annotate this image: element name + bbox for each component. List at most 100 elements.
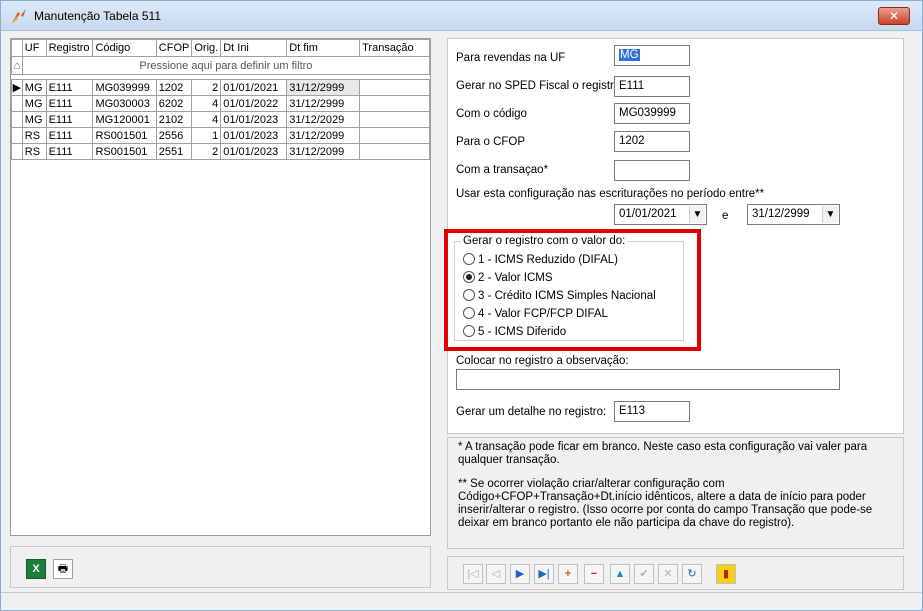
cell-codigo[interactable]: RS001501: [92, 127, 157, 144]
close-button[interactable]: ✕: [878, 7, 910, 25]
cell-codigo[interactable]: MG039999: [92, 79, 157, 96]
table-row[interactable]: RS E111 RS001501 2551 2 01/01/2023 31/12…: [11, 143, 430, 160]
cell-codigo[interactable]: MG120001: [92, 111, 157, 128]
cfop-field[interactable]: 1202: [614, 131, 690, 152]
first-record-button[interactable]: |◁: [463, 564, 483, 584]
title-bar: Manutenção Tabela 511 ✕: [1, 1, 922, 31]
cell-uf[interactable]: MG: [21, 95, 47, 112]
chevron-down-icon[interactable]: ▼: [689, 206, 705, 223]
cell-registro[interactable]: E111: [45, 111, 94, 128]
cell-codigo[interactable]: MG030003: [92, 95, 157, 112]
cell-cfop[interactable]: 2556: [155, 127, 193, 144]
prior-record-button[interactable]: ◁: [486, 564, 506, 584]
cell-uf[interactable]: MG: [21, 111, 47, 128]
detalhe-label: Gerar um detalhe no registro:: [456, 406, 607, 418]
grid-table: UF Registro Código CFOP Orig. Dt Ini Dt …: [11, 39, 431, 160]
column-header-cfop[interactable]: CFOP: [155, 39, 193, 57]
cell-dt-fim[interactable]: 31/12/2999: [286, 95, 361, 112]
filter-icon: ⌂: [11, 56, 23, 75]
cell-registro[interactable]: E111: [45, 127, 94, 144]
row-pointer-icon: ▶: [11, 79, 23, 96]
cell-transacao[interactable]: [359, 111, 430, 128]
cell-registro[interactable]: E111: [45, 79, 94, 96]
cell-transacao[interactable]: [359, 79, 430, 96]
column-header-dt-ini[interactable]: Dt Ini: [220, 39, 288, 57]
cell-dt-fim[interactable]: 31/12/2029: [286, 111, 361, 128]
codigo-label: Com o código: [456, 108, 527, 120]
cell-uf[interactable]: MG: [21, 79, 47, 96]
print-button[interactable]: 🖶: [53, 559, 73, 579]
uf-field[interactable]: MG: [614, 45, 690, 66]
data-fim-value: 31/12/2999: [752, 208, 810, 220]
observacao-label: Colocar no registro a observação:: [456, 355, 629, 367]
cell-orig[interactable]: 1: [191, 127, 222, 144]
last-record-button[interactable]: ▶|: [534, 564, 554, 584]
cell-cfop[interactable]: 2551: [155, 143, 193, 160]
column-header-transacao[interactable]: Transação: [359, 39, 430, 57]
note-transacao: * A transação pode ficar em branco. Nest…: [458, 441, 868, 466]
column-header-dt-fim[interactable]: Dt fim: [286, 39, 361, 57]
edit-record-button[interactable]: ▲: [610, 564, 630, 584]
uf-label: Para revendas na UF: [456, 52, 566, 64]
exit-door-icon[interactable]: ▮: [716, 564, 736, 584]
data-inicio-picker[interactable]: 01/01/2021 ▼: [614, 204, 707, 225]
cell-orig[interactable]: 2: [191, 143, 222, 160]
cell-cfop[interactable]: 6202: [155, 95, 193, 112]
codigo-field[interactable]: MG039999: [614, 103, 690, 124]
observacao-field[interactable]: [456, 369, 840, 390]
cell-dt-ini[interactable]: 01/01/2023: [220, 127, 288, 144]
cell-orig[interactable]: 2: [191, 79, 222, 96]
column-header-orig[interactable]: Orig.: [191, 39, 222, 57]
cell-dt-ini[interactable]: 01/01/2021: [220, 79, 288, 96]
cell-orig[interactable]: 4: [191, 95, 222, 112]
post-record-button[interactable]: ✔: [634, 564, 654, 584]
cell-registro[interactable]: E111: [45, 143, 94, 160]
insert-record-button[interactable]: +: [558, 564, 578, 584]
cell-dt-fim[interactable]: 31/12/2099: [286, 127, 361, 144]
cell-uf[interactable]: RS: [21, 143, 47, 160]
export-excel-button[interactable]: X: [26, 559, 46, 579]
cell-uf[interactable]: RS: [21, 127, 47, 144]
filter-hint[interactable]: Pressione aqui para definir um filtro: [21, 56, 431, 75]
cell-cfop[interactable]: 1202: [155, 79, 193, 96]
notes-panel: * A transação pode ficar em branco. Nest…: [447, 437, 904, 549]
cancel-record-button[interactable]: ✕: [658, 564, 678, 584]
cell-cfop[interactable]: 2102: [155, 111, 193, 128]
app-icon: [12, 9, 26, 23]
cell-dt-ini[interactable]: 01/01/2022: [220, 95, 288, 112]
cell-dt-fim[interactable]: 31/12/2099: [286, 143, 361, 160]
column-header-registro[interactable]: Registro: [45, 39, 94, 57]
cell-orig[interactable]: 4: [191, 111, 222, 128]
cfop-label: Para o CFOP: [456, 136, 526, 148]
cell-transacao[interactable]: [359, 95, 430, 112]
filter-row[interactable]: ⌂ Pressione aqui para definir um filtro: [11, 56, 431, 75]
periodo-e-label: e: [722, 210, 729, 222]
highlight-annotation-box: [444, 229, 701, 351]
sped-registro-label: Gerar no SPED Fiscal o registro: [456, 80, 621, 92]
next-record-button[interactable]: ▶: [510, 564, 530, 584]
table-row[interactable]: RS E111 RS001501 2556 1 01/01/2023 31/12…: [11, 127, 430, 144]
grid-toolbar: X 🖶: [10, 546, 431, 588]
cell-dt-fim[interactable]: 31/12/2999: [286, 79, 361, 96]
column-header-uf[interactable]: UF: [21, 39, 47, 57]
cell-transacao[interactable]: [359, 143, 430, 160]
data-inicio-value: 01/01/2021: [619, 208, 677, 220]
sped-registro-field[interactable]: E111: [614, 76, 690, 97]
delete-record-button[interactable]: −: [584, 564, 604, 584]
column-header-codigo[interactable]: Código: [92, 39, 157, 57]
records-grid[interactable]: UF Registro Código CFOP Orig. Dt Ini Dt …: [10, 38, 431, 536]
data-fim-picker[interactable]: 31/12/2999 ▼: [747, 204, 840, 225]
transacao-label: Com a transaçao*: [456, 164, 549, 176]
table-row[interactable]: ▶ MG E111 MG039999 1202 2 01/01/2021 31/…: [11, 79, 430, 96]
cell-dt-ini[interactable]: 01/01/2023: [220, 111, 288, 128]
cell-codigo[interactable]: RS001501: [92, 143, 157, 160]
cell-registro[interactable]: E111: [45, 95, 94, 112]
detalhe-field[interactable]: E113: [614, 401, 690, 422]
cell-dt-ini[interactable]: 01/01/2023: [220, 143, 288, 160]
table-row[interactable]: MG E111 MG120001 2102 4 01/01/2023 31/12…: [11, 111, 430, 128]
refresh-button[interactable]: ↻: [682, 564, 702, 584]
cell-transacao[interactable]: [359, 127, 430, 144]
transacao-field[interactable]: [614, 160, 690, 181]
chevron-down-icon[interactable]: ▼: [822, 206, 838, 223]
table-row[interactable]: MG E111 MG030003 6202 4 01/01/2022 31/12…: [11, 95, 430, 112]
